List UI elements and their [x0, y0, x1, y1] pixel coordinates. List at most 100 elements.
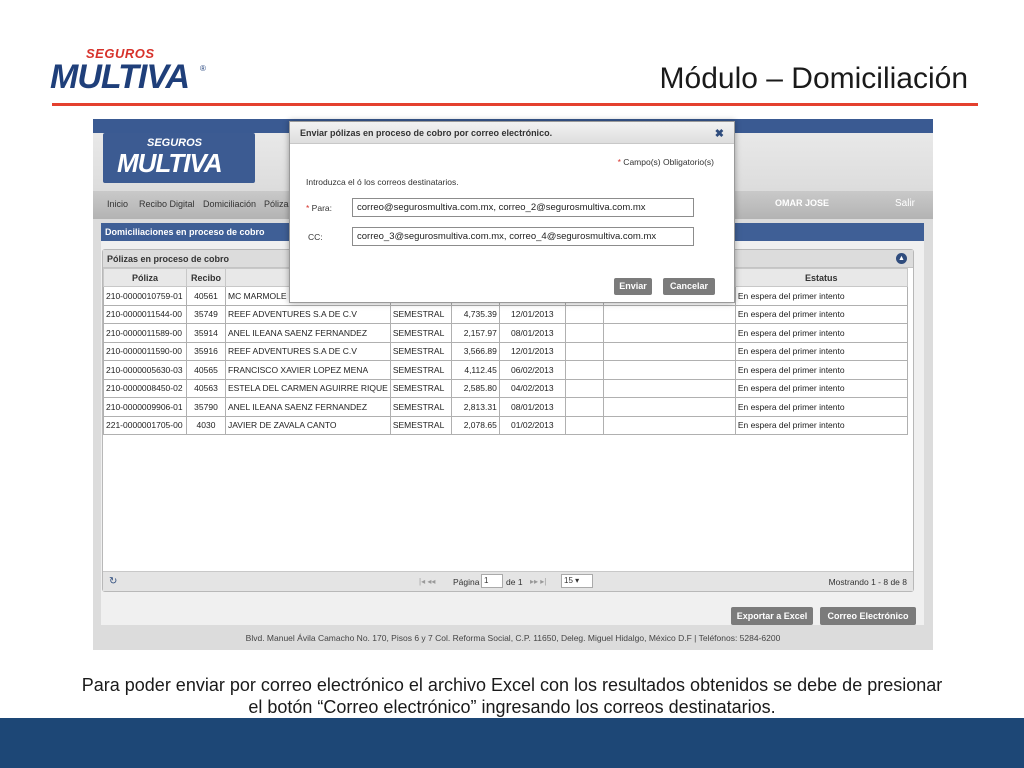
collapse-icon[interactable]: ▲ [896, 253, 907, 264]
table-cell: 210-0000011589-00 [103, 323, 187, 343]
table-cell: 12/01/2013 [498, 341, 566, 361]
table-cell [564, 397, 604, 417]
page-of-label: de 1 [506, 577, 523, 587]
cc-label: CC: [308, 232, 323, 242]
required-note: * Campo(s) Obligatorio(s) [618, 157, 714, 167]
table-cell: 221-0000001705-00 [103, 415, 187, 435]
page-label: Página [453, 577, 480, 587]
next-last-page-icon[interactable]: ▸▸ ▸| [530, 577, 546, 586]
records-count: Mostrando 1 - 8 de 8 [828, 577, 907, 587]
table-row[interactable]: 221-0000001705-00 4030 JAVIER DE ZAVALA CA… [103, 415, 908, 435]
close-icon[interactable]: ✖ [715, 127, 724, 140]
table-cell [602, 304, 736, 324]
table-cell: En espera del primer intento [734, 323, 908, 343]
slide-title: Módulo – Domiciliación [659, 62, 968, 95]
send-button[interactable]: Enviar [614, 278, 652, 295]
table-row[interactable]: 210-0000008450-02 40563 ESTELA DEL CARMEN … [103, 378, 908, 398]
dialog-titlebar: Enviar pólizas en proceso de cobro por c… [290, 122, 734, 144]
nav-inicio[interactable]: Inicio [107, 199, 128, 209]
table-cell: JAVIER DE ZAVALA CANTO [225, 415, 391, 435]
page-size-value: 15 [564, 576, 573, 585]
table-cell [602, 415, 736, 435]
table-cell: SEMESTRAL [389, 397, 452, 417]
table-cell [602, 341, 736, 361]
email-button[interactable]: Correo Electrónico [820, 607, 916, 625]
table-cell: 04/02/2013 [498, 378, 566, 398]
table-cell: 08/01/2013 [498, 397, 566, 417]
table-row[interactable]: 210-0000009906-01 35790 ANEL ILEANA SAENZ … [103, 397, 908, 417]
export-excel-button[interactable]: Exportar a Excel [731, 607, 813, 625]
table-row[interactable]: 210-0000011589-00 35914 ANEL ILEANA SAENZ … [103, 323, 908, 343]
refresh-icon[interactable]: ↻ [109, 576, 117, 587]
table-cell: 4,112.45 [450, 360, 500, 380]
para-input[interactable]: correo@segurosmultiva.com.mx, correo_2@s… [352, 198, 694, 217]
table-cell: SEMESTRAL [389, 323, 452, 343]
table-cell [564, 304, 604, 324]
page-size-select[interactable]: 15 ▾ [561, 574, 593, 588]
table-row[interactable]: 210-0000011544-00 35749 REEF ADVENTURES S.… [103, 304, 908, 324]
table-cell [602, 360, 736, 380]
table-cell: En espera del primer intento [734, 397, 908, 417]
app-logo-multiva: MULTIVA [117, 148, 223, 178]
table-cell [564, 360, 604, 380]
table-cell: En espera del primer intento [734, 378, 908, 398]
table-cell [602, 378, 736, 398]
grid-title-text: Pólizas en proceso de cobro [107, 254, 230, 264]
table-cell: 3,566.89 [450, 341, 500, 361]
col-estatus[interactable]: Estatus [734, 268, 908, 287]
table-cell: 12/01/2013 [498, 304, 566, 324]
table-cell: 4,735.39 [450, 304, 500, 324]
table-cell: 210-0000005630-03 [103, 360, 187, 380]
first-prev-page-icon[interactable]: |◂ ◂◂ [419, 577, 435, 586]
table-cell: 210-0000009906-01 [103, 397, 187, 417]
dialog-title: Enviar pólizas en proceso de cobro por c… [300, 128, 553, 138]
cc-input[interactable]: correo_3@segurosmultiva.com.mx, correo_4… [352, 227, 694, 246]
app-logo[interactable]: SEGUROS MULTIVA [103, 133, 255, 183]
grid-pager: ↻ |◂ ◂◂ Página 1 de 1 ▸▸ ▸| 15 ▾ Mostran… [103, 571, 913, 591]
table-cell: 210-0000011590-00 [103, 341, 187, 361]
table-cell: SEMESTRAL [389, 341, 452, 361]
table-cell [564, 341, 604, 361]
logout-link[interactable]: Salir [895, 198, 915, 209]
table-cell: En espera del primer intento [734, 304, 908, 324]
table-cell: En espera del primer intento [734, 360, 908, 380]
email-dialog: Enviar pólizas en proceso de cobro por c… [289, 121, 735, 303]
table-cell: SEMESTRAL [389, 360, 452, 380]
table-cell: 2,813.31 [450, 397, 500, 417]
dialog-intro: Introduzca el ó los correos destinatario… [306, 177, 459, 187]
table-cell: 2,585.80 [450, 378, 500, 398]
caption-line-1: Para poder enviar por correo electrónico… [81, 675, 943, 695]
page-input[interactable]: 1 [481, 574, 503, 588]
table-cell: REEF ADVENTURES S.A DE C.V [225, 304, 391, 324]
slide-caption: Para poder enviar por correo electrónico… [0, 674, 1024, 718]
table-cell: 210-0000010759-01 [103, 286, 187, 306]
bottom-bar [0, 718, 1024, 768]
col-poliza[interactable]: Póliza [103, 268, 187, 287]
table-cell [564, 378, 604, 398]
table-row[interactable]: 210-0000005630-03 40565 FRANCISCO XAVIER L… [103, 360, 908, 380]
caption-line-2: el botón “Correo electrónico” ingresando… [248, 697, 776, 717]
table-cell [602, 323, 736, 343]
col-recibo[interactable]: Recibo [186, 268, 226, 287]
table-cell: ANEL ILEANA SAENZ FERNANDEZ [225, 323, 391, 343]
title-divider [52, 103, 978, 106]
table-cell: 06/02/2013 [498, 360, 566, 380]
slide: SEGUROS MULTIVA ® Módulo – Domiciliación… [0, 0, 1024, 768]
chevron-down-icon: ▾ [575, 576, 580, 585]
table-row[interactable]: 210-0000011590-00 35916 REEF ADVENTURES S.… [103, 341, 908, 361]
table-cell: REEF ADVENTURES S.A DE C.V [225, 341, 391, 361]
para-label: * Para: [306, 203, 332, 213]
table-cell: 40563 [186, 378, 226, 398]
logo-multiva-text: MULTIVA [50, 58, 190, 96]
table-cell: 210-0000008450-02 [103, 378, 187, 398]
table-cell [564, 415, 604, 435]
nav-recibo-digital[interactable]: Recibo Digital [139, 199, 195, 209]
nav-domiciliacion[interactable]: Domiciliación [203, 199, 256, 209]
table-cell: 4030 [186, 415, 226, 435]
table-cell: 2,157.97 [450, 323, 500, 343]
table-cell: 40561 [186, 286, 226, 306]
required-note-text: Campo(s) Obligatorio(s) [620, 157, 714, 167]
table-cell: En espera del primer intento [734, 341, 908, 361]
cancel-button[interactable]: Cancelar [663, 278, 715, 295]
table-cell: SEMESTRAL [389, 378, 452, 398]
